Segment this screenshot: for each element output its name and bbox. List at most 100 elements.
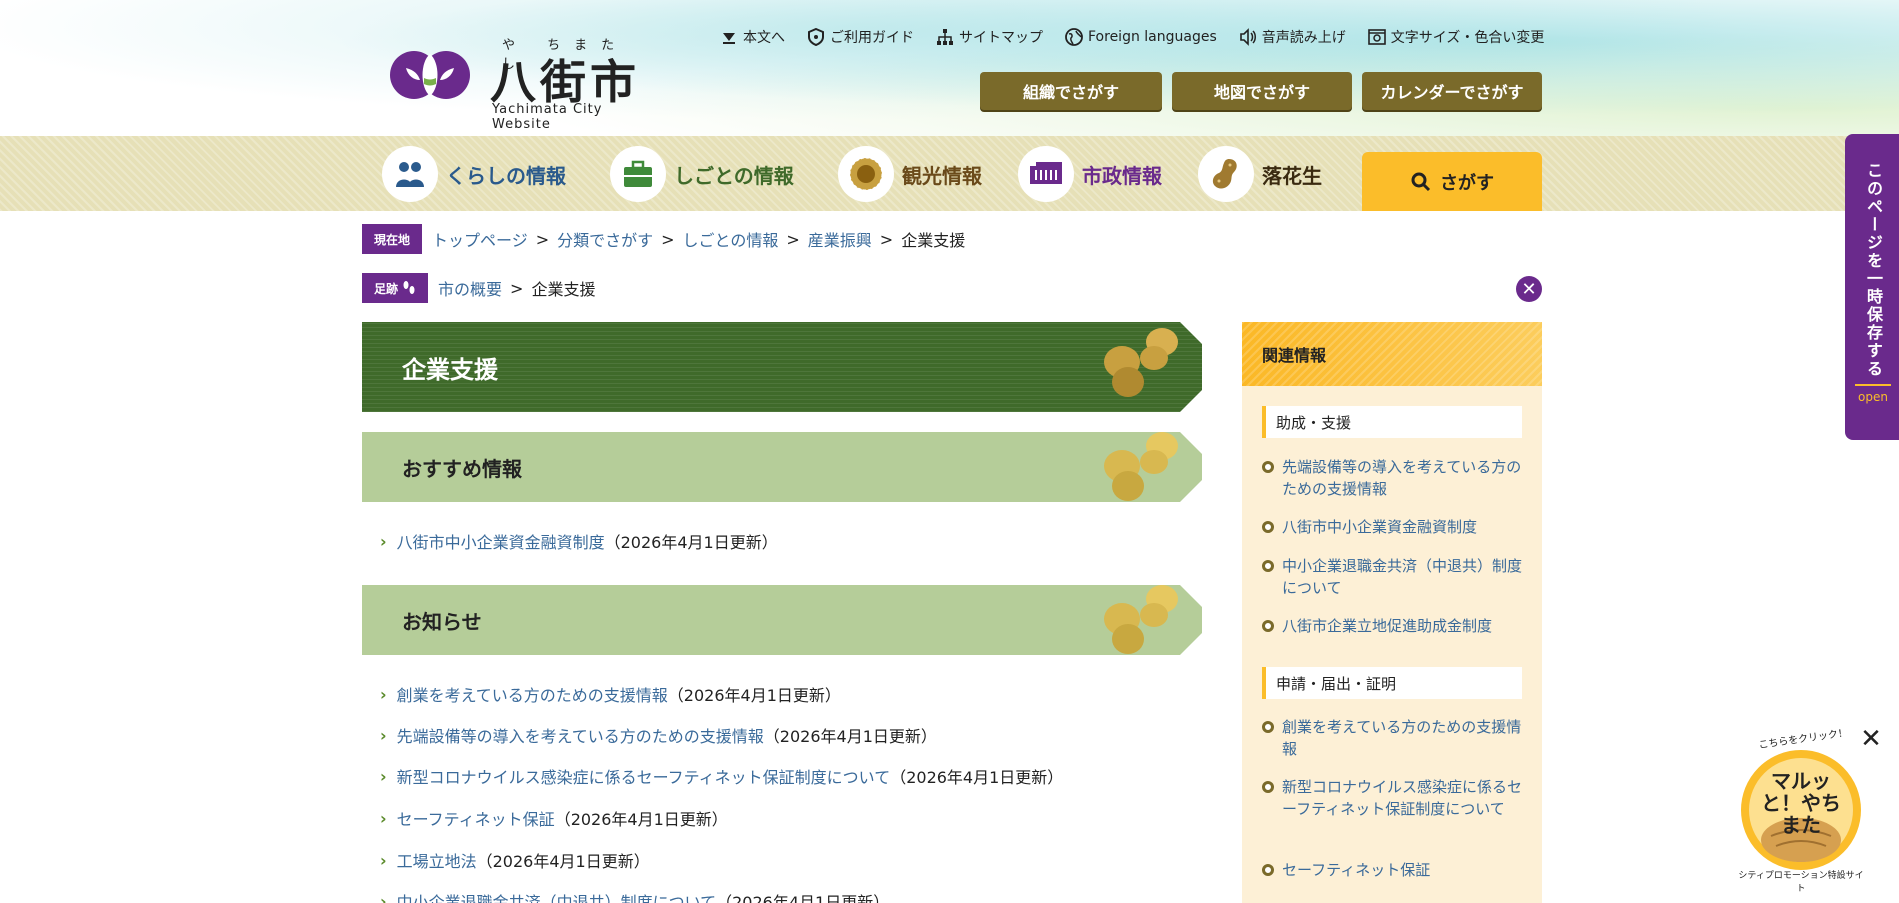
text-to-speech-link[interactable]: 音声読み上げ bbox=[1239, 26, 1346, 48]
foreign-languages-label: Foreign languages bbox=[1088, 29, 1217, 45]
chevron-right-icon: › bbox=[380, 725, 387, 745]
list-item-link[interactable]: 八街市中小企業資金融資制度 bbox=[397, 529, 605, 553]
nav-search-label: さがす bbox=[1440, 172, 1494, 194]
peanut-icon bbox=[1198, 146, 1254, 202]
sidebar-link[interactable]: 中小企業退職金共済（中退共）制度について bbox=[1262, 555, 1524, 599]
promotion-badge-bottom-text: シティプロモーション特設サイト bbox=[1738, 871, 1864, 894]
list-item-date: （2026年4月1日更新） bbox=[763, 727, 937, 746]
sidebar-link[interactable]: 創業を考えている方のための支援情報 bbox=[1262, 716, 1524, 760]
utility-links: 本文へ ご利用ガイド サイトマップ Foreign languages 音声読み… bbox=[720, 26, 1544, 48]
sidebar-link-label: セーフティネット保証 bbox=[1282, 861, 1431, 879]
sitemap-link[interactable]: サイトマップ bbox=[936, 26, 1043, 48]
nav-peanut[interactable]: 落花生 bbox=[1198, 146, 1322, 202]
history-trail: 足跡 市の概要 > 企業支援 bbox=[362, 273, 595, 303]
text-size-color-link[interactable]: 文字サイズ・色合い変更 bbox=[1367, 26, 1545, 48]
sidebar-link[interactable]: 新型コロナウイルス感染症に係るセーフティネット保証制度について bbox=[1262, 776, 1524, 820]
nav-search-button[interactable]: さがす bbox=[1362, 152, 1542, 211]
text-size-color-label: 文字サイズ・色合い変更 bbox=[1390, 30, 1545, 46]
nav-tourism-info[interactable]: 観光情報 bbox=[838, 146, 982, 202]
city-promotion-badge[interactable]: こちらをクリック！ マルッと！やちまた シティプロモーション特設サイト bbox=[1726, 728, 1876, 894]
section-news-header: お知らせ bbox=[362, 585, 1202, 655]
peanut-decoration-icon bbox=[1104, 432, 1178, 501]
foreign-languages-link[interactable]: Foreign languages bbox=[1065, 26, 1217, 48]
sitemap-label: サイトマップ bbox=[959, 30, 1043, 46]
chevron-right-icon: › bbox=[380, 531, 387, 551]
skip-to-content-label: 本文へ bbox=[743, 30, 785, 46]
section-news-title: お知らせ bbox=[402, 609, 482, 634]
page-title-bar: 企業支援 bbox=[362, 322, 1202, 412]
list-item-link[interactable]: 創業を考えている方のための支援情報 bbox=[397, 682, 668, 706]
list-item[interactable]: › 新型コロナウイルス感染症に係るセーフティネット保証制度について （2026年… bbox=[380, 764, 1064, 788]
search-icon bbox=[1411, 172, 1431, 191]
section-recommended-title: おすすめ情報 bbox=[402, 456, 522, 481]
list-item[interactable]: › 八街市中小企業資金融資制度 （2026年4月1日更新） bbox=[380, 529, 778, 553]
list-item-link[interactable]: セーフティネット保証 bbox=[397, 806, 555, 830]
related-info-sidebar: 関連情報 助成・支援 先端設備等の導入を考えている方のための支援情報 八街市中小… bbox=[1242, 322, 1542, 903]
settings-icon bbox=[1367, 29, 1386, 45]
chevron-right-icon: › bbox=[380, 684, 387, 704]
bullet-icon bbox=[1262, 521, 1274, 533]
list-item[interactable]: › 中小企業退職金共済（中退共）制度について （2026年4月1日更新） bbox=[380, 890, 889, 903]
sidebar-link-label: 創業を考えている方のための支援情報 bbox=[1282, 718, 1522, 758]
save-page-tab[interactable]: このページを一時保存する open bbox=[1845, 134, 1899, 440]
section-recommended-header: おすすめ情報 bbox=[362, 432, 1202, 502]
history-current: 企業支援 bbox=[531, 280, 596, 299]
list-item[interactable]: › 工場立地法 （2026年4月1日更新） bbox=[380, 848, 650, 872]
site-logo[interactable]: や ちまた し 八街市 Yachimata City Website bbox=[390, 34, 650, 132]
history-close-button[interactable]: ✕ bbox=[1516, 276, 1542, 302]
down-arrow-icon bbox=[723, 33, 735, 44]
footprints-icon bbox=[403, 281, 415, 294]
shield-icon bbox=[808, 28, 824, 46]
save-page-open-label: open bbox=[1858, 390, 1888, 404]
briefcase-icon bbox=[610, 146, 666, 202]
promotion-badge-title: マルッと！やちまた bbox=[1761, 769, 1841, 837]
bullet-icon bbox=[1262, 721, 1274, 733]
list-item-date: （2026年4月1日更新） bbox=[604, 533, 778, 552]
breadcrumb-industry[interactable]: 産業振興 bbox=[808, 227, 872, 251]
sidebar-link-label: 新型コロナウイルス感染症に係るセーフティネット保証制度について bbox=[1282, 778, 1523, 818]
sidebar-link-label: 八街市中小企業資金融資制度 bbox=[1282, 518, 1478, 536]
search-by-map-button[interactable]: 地図でさがす bbox=[1172, 72, 1352, 110]
list-item[interactable]: › 先端設備等の導入を考えている方のための支援情報 （2026年4月1日更新） bbox=[380, 723, 937, 747]
peanut-decoration-icon bbox=[1104, 328, 1178, 397]
list-item-link[interactable]: 中小企業退職金共済（中退共）制度について bbox=[397, 889, 717, 903]
sidebar-link[interactable]: セーフティネット保証 bbox=[1262, 859, 1524, 881]
search-by-organization-button[interactable]: 組織でさがす bbox=[980, 72, 1162, 110]
sitemap-icon bbox=[937, 29, 953, 45]
breadcrumb-top-page[interactable]: トップページ bbox=[432, 227, 528, 251]
sidebar-heading: 関連情報 bbox=[1242, 322, 1542, 386]
list-item-link[interactable]: 先端設備等の導入を考えている方のための支援情報 bbox=[397, 723, 764, 747]
sidebar-category: 助成・支援 bbox=[1262, 406, 1522, 438]
nav-peanut-label: 落花生 bbox=[1262, 163, 1322, 188]
breadcrumb-by-category[interactable]: 分類でさがす bbox=[557, 227, 653, 251]
breadcrumb-badge: 現在地 bbox=[362, 224, 423, 254]
sidebar-link[interactable]: 八街市企業立地促進助成金制度 bbox=[1262, 615, 1524, 637]
usage-guide-link[interactable]: ご利用ガイド bbox=[807, 26, 914, 48]
sidebar-link[interactable]: 八街市中小企業資金融資制度 bbox=[1262, 516, 1524, 538]
nav-city-admin-info[interactable]: 市政情報 bbox=[1018, 146, 1162, 202]
list-item[interactable]: › セーフティネット保証 （2026年4月1日更新） bbox=[380, 806, 728, 830]
list-item[interactable]: › 創業を考えている方のための支援情報 （2026年4月1日更新） bbox=[380, 682, 841, 706]
arrow-left-icon bbox=[1855, 384, 1891, 386]
search-by-calendar-button[interactable]: カレンダーでさがす bbox=[1362, 72, 1542, 110]
list-item-date: （2026年4月1日更新） bbox=[890, 768, 1064, 787]
bullet-icon bbox=[1262, 461, 1274, 473]
skip-to-content-link[interactable]: 本文へ bbox=[720, 26, 785, 48]
nav-work-info[interactable]: しごとの情報 bbox=[610, 146, 794, 202]
breadcrumb-current: 企業支援 bbox=[901, 231, 966, 250]
list-item-link[interactable]: 工場立地法 bbox=[397, 848, 477, 872]
site-header: や ちまた し 八街市 Yachimata City Website 本文へ ご… bbox=[0, 0, 1899, 136]
search-buttons: 組織でさがす 地図でさがす カレンダーでさがす bbox=[980, 72, 1542, 110]
close-icon: ✕ bbox=[1860, 724, 1882, 754]
list-item-link[interactable]: 新型コロナウイルス感染症に係るセーフティネット保証制度について bbox=[397, 764, 891, 788]
promotion-close-button[interactable]: ✕ bbox=[1858, 726, 1884, 752]
list-item-date: （2026年4月1日更新） bbox=[667, 686, 841, 705]
history-city-overview[interactable]: 市の概要 bbox=[438, 276, 502, 300]
sidebar-link[interactable]: 先端設備等の導入を考えている方のための支援情報 bbox=[1262, 456, 1524, 500]
page-title: 企業支援 bbox=[402, 355, 498, 384]
sidebar-category: 申請・届出・証明 bbox=[1262, 667, 1522, 699]
nav-tourism-info-label: 観光情報 bbox=[902, 163, 982, 188]
breadcrumb-work-info[interactable]: しごとの情報 bbox=[683, 227, 779, 251]
nav-living-info[interactable]: くらしの情報 bbox=[382, 146, 566, 202]
city-hall-icon bbox=[1018, 146, 1074, 202]
